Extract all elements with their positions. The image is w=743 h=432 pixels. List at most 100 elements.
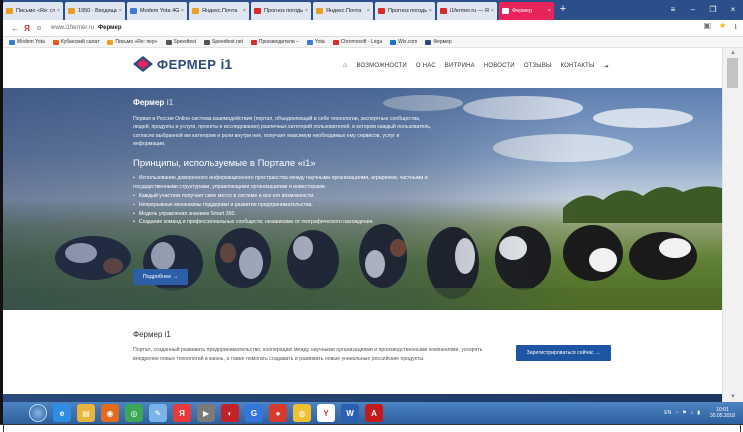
tab-favicon-icon (254, 8, 261, 14)
taskbar-paint-icon[interactable]: ✎ (149, 404, 167, 422)
taskbar-browser-icon[interactable]: ◍ (293, 404, 311, 422)
more-button[interactable]: Подробнее → (133, 269, 188, 285)
taskbar-record-icon[interactable]: ● (269, 404, 287, 422)
tray-battery-icon[interactable]: ▮ (697, 410, 700, 416)
tab-label: i1fermer.ru — Янд (450, 8, 489, 14)
menu-item-1[interactable]: О НАС (416, 63, 436, 70)
bookmark-favicon-icon (165, 39, 172, 45)
lock-icon: ⊙ (36, 25, 42, 32)
tab-6[interactable]: Прогноз погоды в× (375, 2, 435, 20)
menu-item-5[interactable]: КОНТАКТЫ (561, 63, 595, 70)
taskbar-folder-icon[interactable]: ▤ (77, 404, 95, 422)
register-button[interactable]: Зарегистрироваться сейчас → (516, 345, 611, 361)
tab-3[interactable]: Яндекс.Почта × (189, 2, 249, 20)
bookmark-label: Wix.com (398, 39, 418, 45)
scroll-up-icon[interactable]: ▲ (723, 48, 743, 58)
tab-label: Modem Yota 4G LTE (140, 8, 179, 14)
tab-favicon-icon (378, 8, 385, 14)
info-text: Портал, созданный развивать предпринимат… (133, 347, 483, 362)
info-section: Фермер i1 Портал, созданный развивать пр… (3, 310, 722, 402)
scroll-down-icon[interactable]: ▼ (723, 392, 743, 402)
minimize-icon[interactable]: – (683, 0, 703, 20)
bookmark-item[interactable]: Chromosoft - Lega (332, 39, 382, 45)
menu-item-2[interactable]: ВИТРИНА (445, 63, 475, 70)
tab-close-icon[interactable]: × (181, 8, 184, 14)
restore-icon[interactable]: ❐ (703, 0, 723, 20)
scrollbar-thumb[interactable] (727, 58, 738, 88)
taskbar-yabrowser-icon[interactable]: Y (317, 404, 335, 422)
bookmark-favicon-icon (306, 39, 313, 45)
new-tab-button[interactable]: + (556, 0, 570, 20)
language-indicator[interactable]: EN (664, 410, 671, 416)
tab-favicon-icon (68, 8, 75, 14)
hero-title-suffix: i1 (166, 98, 174, 107)
taskbar-app-icon[interactable]: ◉ (101, 404, 119, 422)
browser-menu-icon[interactable]: ≡ (663, 0, 683, 20)
bookmark-item[interactable]: Фермер (425, 39, 452, 45)
tab-active[interactable]: Фермер × (499, 2, 554, 20)
tab-5[interactable]: Яндекс.Почта × (313, 2, 373, 20)
tab-close-icon[interactable]: × (491, 8, 494, 14)
menu-item-3[interactable]: НОВОСТИ (484, 63, 515, 70)
taskbar-yandex-icon[interactable]: Я (173, 404, 191, 422)
clock-date: 30.05.2018 (709, 413, 735, 419)
hero-content: Фермер i1 Первая в России Online-система… (133, 98, 433, 227)
yandex-y-icon[interactable]: Я (21, 24, 33, 33)
frame-tick (740, 425, 741, 432)
tab-close-icon[interactable]: × (243, 8, 246, 14)
download-icon[interactable]: ⭳ (734, 21, 737, 35)
taskbar-opera-icon[interactable]: ◐ (221, 404, 239, 422)
menu-item-0[interactable]: ВОЗМОЖНОСТИ (356, 63, 406, 70)
bookmark-label: Yota (314, 39, 325, 45)
taskbar-ie-icon[interactable]: e (53, 404, 71, 422)
frame-tick (3, 425, 4, 432)
bookmark-star-icon[interactable]: ★ (719, 21, 726, 35)
tab-4[interactable]: Прогноз погоды в× (251, 2, 311, 20)
bookmark-item[interactable]: Кубанский салат (52, 39, 99, 45)
home-icon[interactable]: ⌂ (343, 62, 347, 70)
menu-item-4[interactable]: ОТЗЫВЫ (524, 63, 552, 70)
bookmark-item[interactable]: Speedtest (165, 39, 196, 45)
principle-item: Непрерывные механизмы поддержки и развит… (133, 201, 433, 210)
site-logo[interactable]: ФЕРМЕР i1 (133, 56, 232, 72)
tabs-overview-icon[interactable]: ▣ (703, 21, 711, 35)
url-field[interactable]: www.i1fermer.ru Фермер (51, 25, 122, 31)
tab-close-icon[interactable]: × (119, 8, 122, 14)
taskbar-acrobat-icon[interactable]: A (365, 404, 383, 422)
tab-close-icon[interactable]: × (305, 8, 308, 14)
bookmark-item[interactable]: Yota (306, 39, 325, 45)
bookmark-item[interactable]: Wix.com (390, 39, 417, 45)
tab-close-icon[interactable]: × (367, 8, 370, 14)
close-window-icon[interactable]: × (723, 0, 743, 20)
bookmark-item[interactable]: Производители – (250, 39, 299, 45)
tab-close-icon[interactable]: × (57, 8, 60, 14)
bookmark-item[interactable]: Speedtest.net (204, 39, 243, 45)
tray-volume-icon[interactable]: ♪ (691, 410, 694, 416)
tab-favicon-icon (6, 8, 13, 14)
tray-network-icon[interactable]: ◔ (675, 410, 678, 416)
login-icon[interactable]: ⇥ (604, 63, 609, 70)
start-button[interactable] (29, 404, 47, 422)
tab-1[interactable]: 1950 · Входящие –× (65, 2, 125, 20)
tab-label: Прогноз погоды в (388, 8, 427, 14)
page-scrollbar[interactable]: ▲ ▼ (722, 48, 743, 402)
clock[interactable]: 10:01 30.05.2018 (710, 407, 735, 419)
taskbar-chrome-icon[interactable]: ◎ (125, 404, 143, 422)
tab-7[interactable]: i1fermer.ru — Янд× (437, 2, 497, 20)
back-arrow-icon[interactable]: ← (9, 24, 21, 33)
tab-0[interactable]: Письмо «Re: стат× (3, 2, 63, 20)
tray-flag-icon[interactable]: ⚑ (682, 410, 686, 416)
tab-label: 1950 · Входящие – (78, 8, 117, 14)
taskbar-google-icon[interactable]: G (245, 404, 263, 422)
taskbar-word-icon[interactable]: W (341, 404, 359, 422)
tab-close-icon[interactable]: × (429, 8, 432, 14)
bookmark-item[interactable]: Письмо «Re: пер» (107, 39, 158, 45)
logo-text: ФЕРМЕР (157, 56, 217, 72)
tab-2[interactable]: Modem Yota 4G LTE× (127, 2, 187, 20)
tab-close-icon[interactable]: × (548, 8, 551, 14)
logo-diamond-icon (133, 56, 153, 72)
taskbar-player-icon[interactable]: ▶ (197, 404, 215, 422)
section-divider (3, 394, 722, 402)
window-controls: ≡ – ❐ × (663, 0, 743, 20)
bookmark-item[interactable]: Modem Yota (9, 39, 45, 45)
